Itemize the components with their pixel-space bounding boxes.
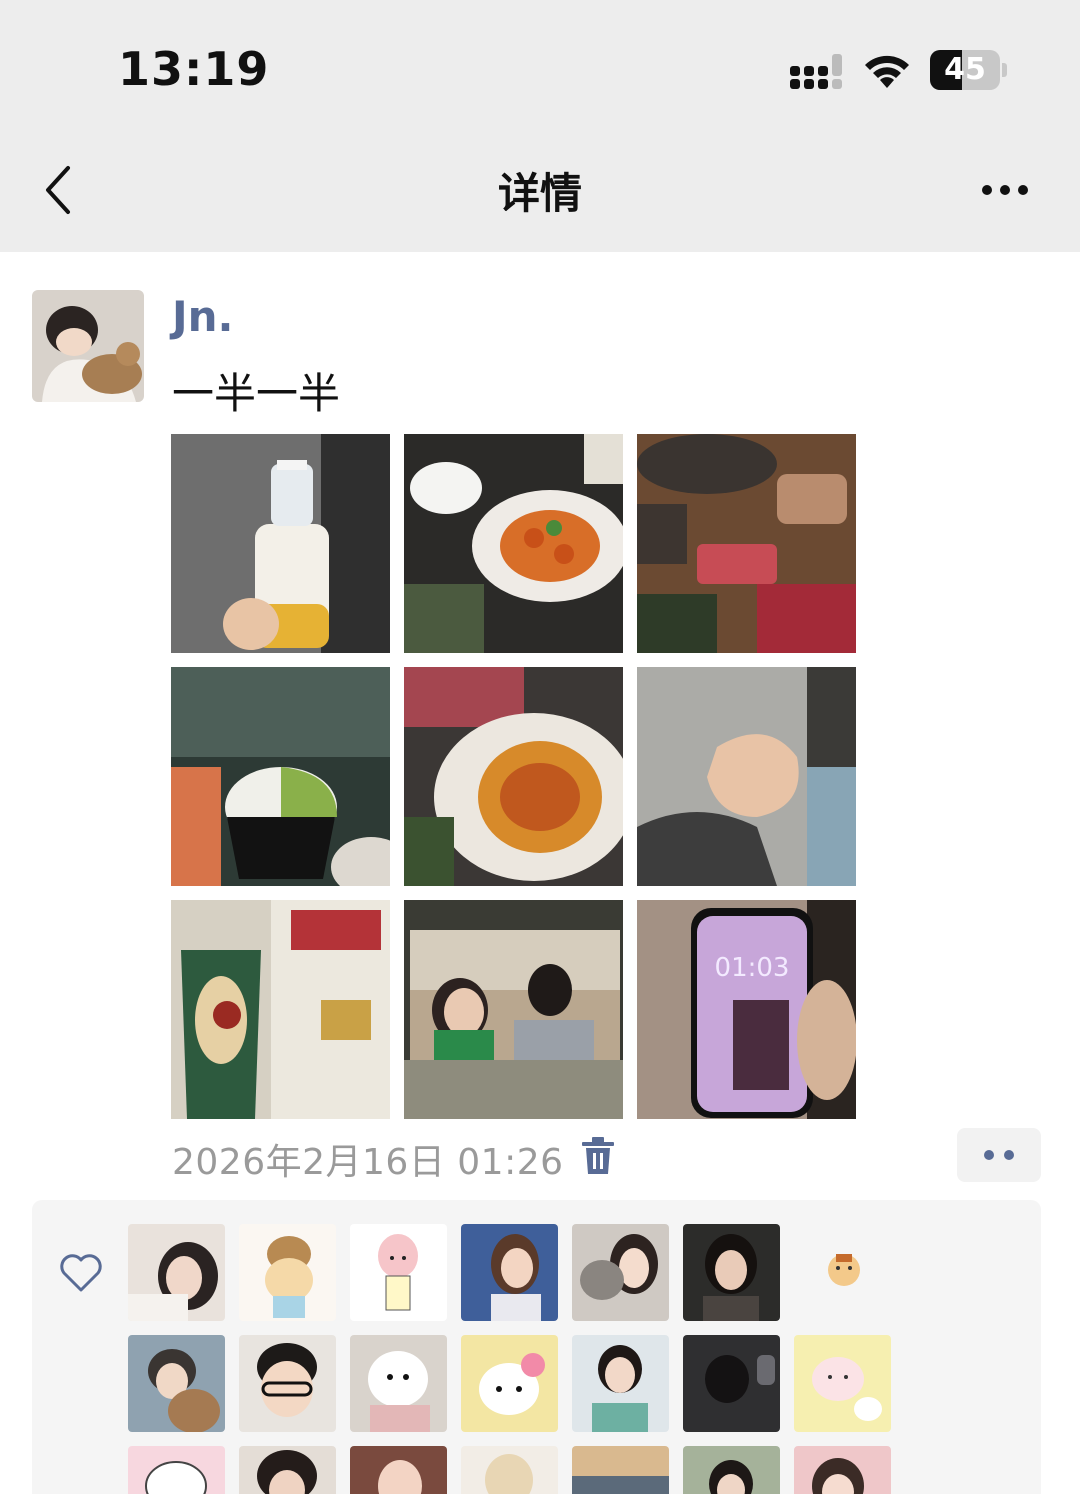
post-timestamp: 2026年2月16日 01:26	[172, 1142, 564, 1183]
liker-avatar[interactable]	[572, 1446, 669, 1494]
photo-ice-cream[interactable]	[171, 667, 390, 886]
liker-avatar[interactable]	[128, 1335, 225, 1432]
battery-indicator: 45	[930, 50, 1008, 92]
liker-avatar-small[interactable]	[824, 1250, 864, 1290]
heart-outline-icon	[60, 1254, 102, 1292]
photo-bbq-meat[interactable]	[637, 434, 856, 653]
page-title: 详情	[497, 169, 582, 218]
liker-avatar[interactable]	[683, 1224, 780, 1321]
liker-avatar[interactable]	[350, 1446, 447, 1494]
status-time: 13:19	[118, 42, 270, 96]
liker-avatar[interactable]	[128, 1224, 225, 1321]
photo-water-bottle[interactable]	[171, 434, 390, 653]
battery-tip	[1002, 63, 1007, 77]
liker-avatar[interactable]	[683, 1335, 780, 1432]
liker-avatar[interactable]	[350, 1335, 447, 1432]
liker-avatar[interactable]	[683, 1446, 780, 1494]
cellular-signal-icon	[790, 54, 842, 89]
liker-avatar[interactable]	[572, 1335, 669, 1432]
svg-text:01:03: 01:03	[715, 953, 790, 983]
photo-grid: 01:03	[171, 434, 857, 1120]
photo-pasta[interactable]	[404, 667, 623, 886]
liker-avatar[interactable]	[461, 1224, 558, 1321]
photo-drink-cup[interactable]	[171, 900, 390, 1119]
liker-avatar[interactable]	[239, 1446, 336, 1494]
photo-laptop-screen[interactable]	[404, 900, 623, 1119]
liker-avatar[interactable]	[794, 1335, 891, 1432]
more-horizontal-icon[interactable]	[970, 170, 1040, 210]
photo-hand-nails[interactable]	[637, 667, 856, 886]
liker-avatar[interactable]	[128, 1446, 225, 1494]
liker-avatar[interactable]	[794, 1446, 891, 1494]
photo-shrimp-plate[interactable]	[404, 434, 623, 653]
photo-phone-lockscreen[interactable]: 01:03	[637, 900, 856, 1119]
liker-avatar[interactable]	[239, 1224, 336, 1321]
liker-avatar[interactable]	[350, 1224, 447, 1321]
comment-like-menu-icon[interactable]	[957, 1128, 1041, 1182]
post-text: 一半一半	[172, 369, 341, 418]
liker-avatar[interactable]	[239, 1335, 336, 1432]
liker-avatar[interactable]	[461, 1446, 558, 1494]
wifi-icon	[865, 55, 909, 88]
post-username[interactable]: Jn.	[172, 292, 233, 341]
trash-icon[interactable]	[580, 1136, 616, 1176]
avatar[interactable]	[32, 290, 144, 402]
liker-avatar[interactable]	[461, 1335, 558, 1432]
liker-avatar[interactable]	[572, 1224, 669, 1321]
battery-level: 45	[944, 52, 986, 87]
